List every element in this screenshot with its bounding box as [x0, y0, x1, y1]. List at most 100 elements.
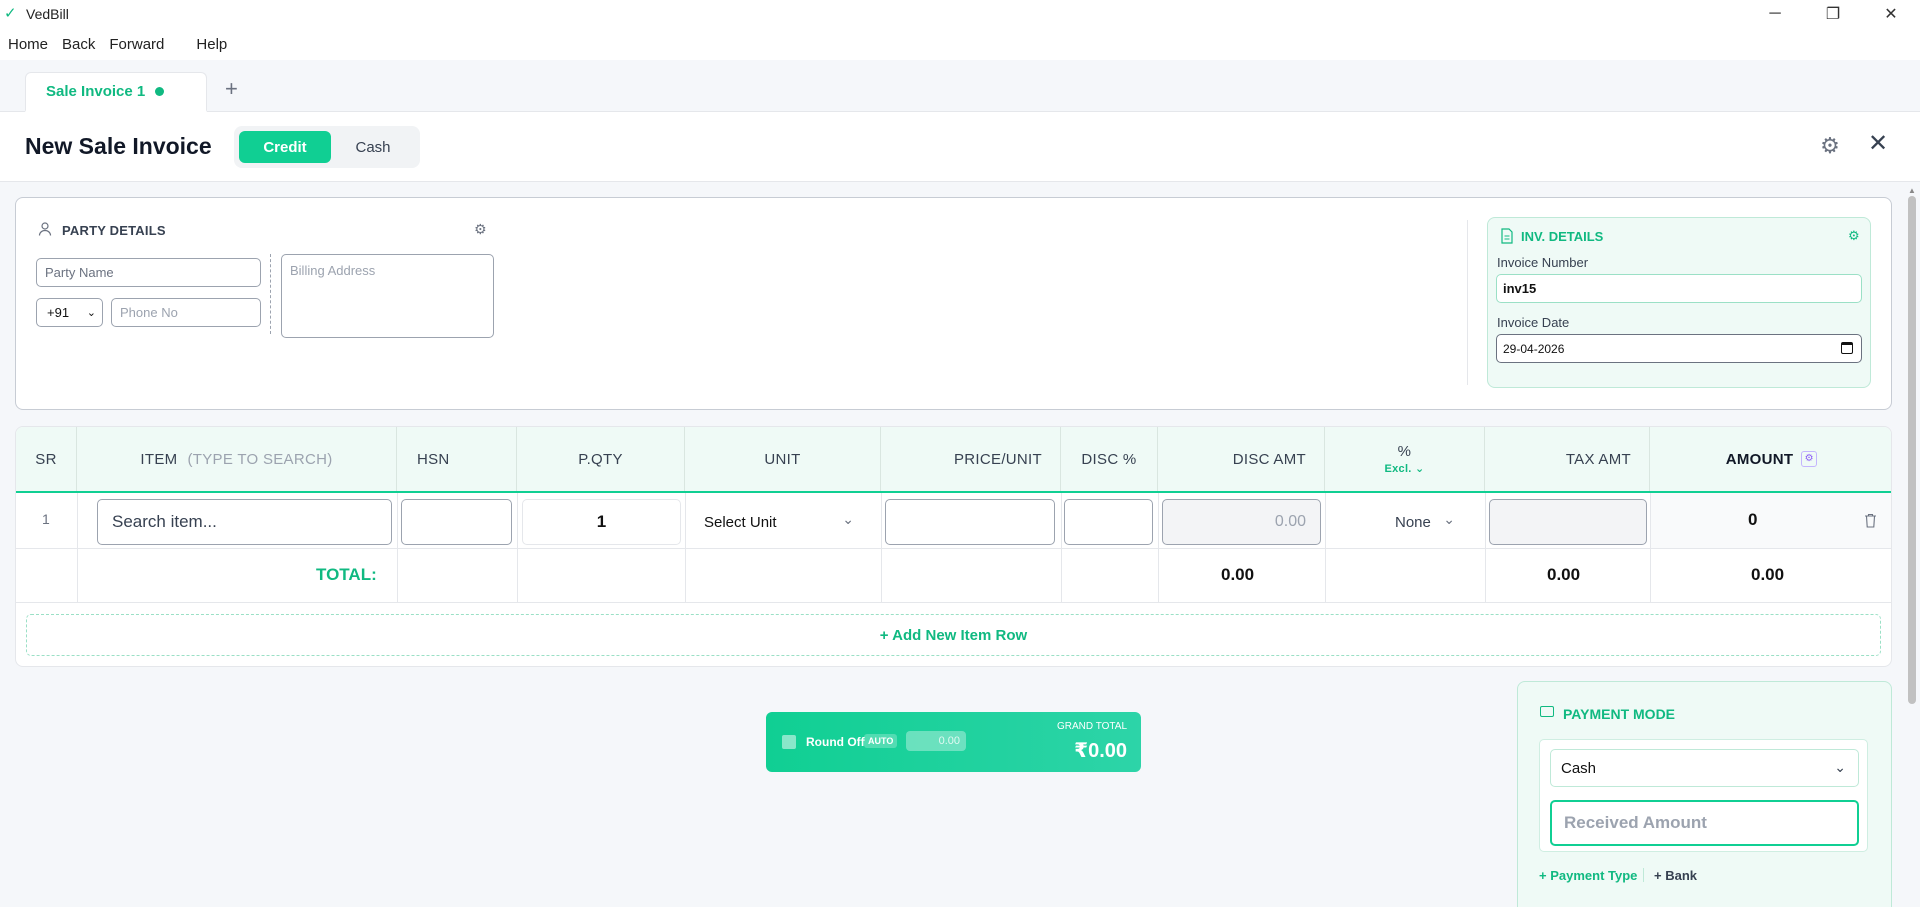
header-price: PRICE/UNIT — [881, 427, 1061, 491]
calendar-icon[interactable] — [1841, 342, 1853, 354]
payment-mode-card: PAYMENT MODE Cash ⌄ Received Amount + Pa… — [1517, 681, 1892, 907]
page-title: New Sale Invoice — [25, 133, 212, 159]
header-tax-pct-label: % — [1397, 443, 1412, 460]
hsn-input[interactable] — [401, 499, 512, 545]
disc-amt-input[interactable]: 0.00 — [1162, 499, 1321, 545]
invoice-number-label: Invoice Number — [1497, 255, 1589, 270]
party-divider — [270, 254, 271, 334]
chevron-down-icon: ⌄ — [842, 511, 854, 527]
cash-button[interactable]: Cash — [331, 131, 415, 163]
header-hsn: HSN — [397, 427, 517, 491]
invoice-date-label: Invoice Date — [1497, 315, 1570, 330]
add-bank-button[interactable]: + Bank — [1654, 868, 1697, 883]
card-icon — [1540, 706, 1554, 717]
phone-input[interactable]: Phone No — [111, 298, 261, 327]
minimize-icon[interactable]: ─ — [1746, 0, 1804, 28]
header-disc-amt: DISC AMT — [1158, 427, 1325, 491]
header-sr: SR — [16, 427, 77, 491]
col-divider — [1650, 493, 1651, 603]
auto-badge: AUTO — [864, 734, 898, 748]
qty-input[interactable]: 1 — [522, 499, 681, 545]
col-divider — [397, 493, 398, 603]
party-name-input[interactable]: Party Name — [36, 258, 261, 287]
invoice-date-value: 29-04-2026 — [1503, 341, 1565, 356]
item-search-input[interactable]: Search item... — [97, 499, 392, 545]
amount-cell-bg — [1650, 493, 1891, 548]
column-settings-gear-icon[interactable]: ⚙ — [1801, 451, 1818, 467]
col-divider — [1158, 493, 1159, 603]
grand-total-value: ₹0.00 — [1074, 740, 1127, 762]
invoice-header: New Sale Invoice Credit Cash ⚙ ✕ — [0, 112, 1920, 182]
title-bar: ✓ VedBill ─ ❐ ✕ — [0, 0, 1920, 28]
tax-select-value: None — [1395, 513, 1431, 531]
scroll-up-icon[interactable]: ▲ — [1908, 186, 1916, 195]
received-amount-input[interactable]: Received Amount — [1550, 800, 1859, 846]
billing-address-input[interactable]: Billing Address — [281, 254, 494, 338]
payment-entry: Cash ⌄ Received Amount — [1539, 739, 1868, 852]
header-pqty: P.QTY — [517, 427, 685, 491]
settings-gear-icon[interactable]: ⚙ — [1818, 134, 1842, 158]
table-row: 1 Search item... 1 Select Unit ⌄ 0.00 No… — [16, 493, 1891, 549]
grand-total-label: GRAND TOTAL — [1056, 721, 1127, 732]
header-item-label: ITEM — [140, 450, 178, 468]
unsaved-dot-icon — [155, 87, 165, 96]
chevron-down-icon: ⌄ — [1834, 759, 1846, 775]
menu-home[interactable]: Home — [8, 36, 48, 53]
tax-amt-input[interactable] — [1489, 499, 1647, 545]
tax-mode-toggle[interactable]: Excl. ⌄ — [1384, 462, 1424, 475]
round-off-checkbox[interactable] — [782, 735, 796, 749]
chevron-down-icon: ⌄ — [1443, 511, 1455, 527]
total-amount: 0.00 — [1751, 565, 1785, 584]
party-settings-gear-icon[interactable]: ⚙ — [474, 221, 487, 238]
menu-help[interactable]: Help — [196, 36, 227, 53]
add-tab-button[interactable]: + — [225, 76, 238, 102]
document-icon — [1501, 228, 1513, 244]
vertical-scrollbar[interactable] — [1908, 196, 1916, 704]
col-divider — [77, 493, 78, 603]
tax-select[interactable]: None ⌄ — [1331, 499, 1481, 545]
tab-label: Sale Invoice 1 — [46, 83, 146, 100]
header-tax-amt: TAX AMT — [1485, 427, 1650, 491]
price-input[interactable] — [885, 499, 1055, 545]
header-tax-pct: % Excl. ⌄ — [1325, 427, 1485, 491]
grand-total-bar: Round Off AUTO 0.00 GRAND TOTAL ₹0.00 — [766, 712, 1141, 772]
country-code-select[interactable]: +91 ⌄ — [36, 298, 103, 327]
unit-select-value: Select Unit — [704, 513, 777, 531]
col-divider — [517, 493, 518, 603]
payment-separator — [1643, 868, 1644, 882]
trash-icon[interactable] — [1864, 513, 1877, 528]
close-window-icon[interactable]: ✕ — [1862, 0, 1920, 28]
menu-bar: Home Back Forward Help — [0, 28, 1920, 60]
disc-pct-input[interactable] — [1064, 499, 1153, 545]
invoice-details-title: INV. DETAILS — [1521, 229, 1604, 244]
restore-icon[interactable]: ❐ — [1804, 0, 1862, 28]
add-payment-type-button[interactable]: + Payment Type — [1539, 868, 1637, 883]
col-divider — [1325, 493, 1326, 603]
items-table: SR ITEM (TYPE TO SEARCH) HSN P.QTY UNIT … — [15, 426, 1892, 667]
payment-mode-select[interactable]: Cash ⌄ — [1550, 749, 1859, 787]
row-sr: 1 — [42, 511, 50, 527]
menu-forward[interactable]: Forward — [109, 36, 164, 53]
tab-strip: Sale Invoice 1 + — [0, 60, 1920, 112]
party-details-title: PARTY DETAILS — [62, 223, 166, 238]
unit-select[interactable]: Select Unit ⌄ — [690, 499, 876, 545]
tab-sale-invoice-1[interactable]: Sale Invoice 1 — [25, 72, 207, 112]
col-divider — [685, 493, 686, 603]
credit-button[interactable]: Credit — [239, 131, 331, 163]
invoice-settings-gear-icon[interactable]: ⚙ — [1848, 228, 1860, 244]
chevron-down-icon: ⌄ — [86, 307, 96, 319]
header-amount: AMOUNT ⚙ — [1650, 427, 1891, 491]
invoice-date-input[interactable]: 29-04-2026 — [1496, 334, 1862, 363]
total-tax-amt: 0.00 — [1547, 565, 1581, 584]
payment-mode-title: PAYMENT MODE — [1563, 706, 1676, 722]
menu-back[interactable]: Back — [62, 36, 95, 53]
totals-row: TOTAL: 0.00 0.00 0.00 — [16, 549, 1891, 603]
close-invoice-icon[interactable]: ✕ — [1866, 132, 1890, 156]
header-disc-pct: DISC % — [1061, 427, 1158, 491]
add-item-row-button[interactable]: + Add New Item Row — [26, 614, 1881, 656]
col-divider — [1485, 493, 1486, 603]
round-off-input[interactable]: 0.00 — [906, 731, 966, 751]
country-code-value: +91 — [47, 305, 70, 320]
invoice-number-input[interactable]: inv15 — [1496, 274, 1862, 303]
party-details-card: PARTY DETAILS ⚙ Party Name +91 ⌄ Phone N… — [15, 197, 1892, 410]
